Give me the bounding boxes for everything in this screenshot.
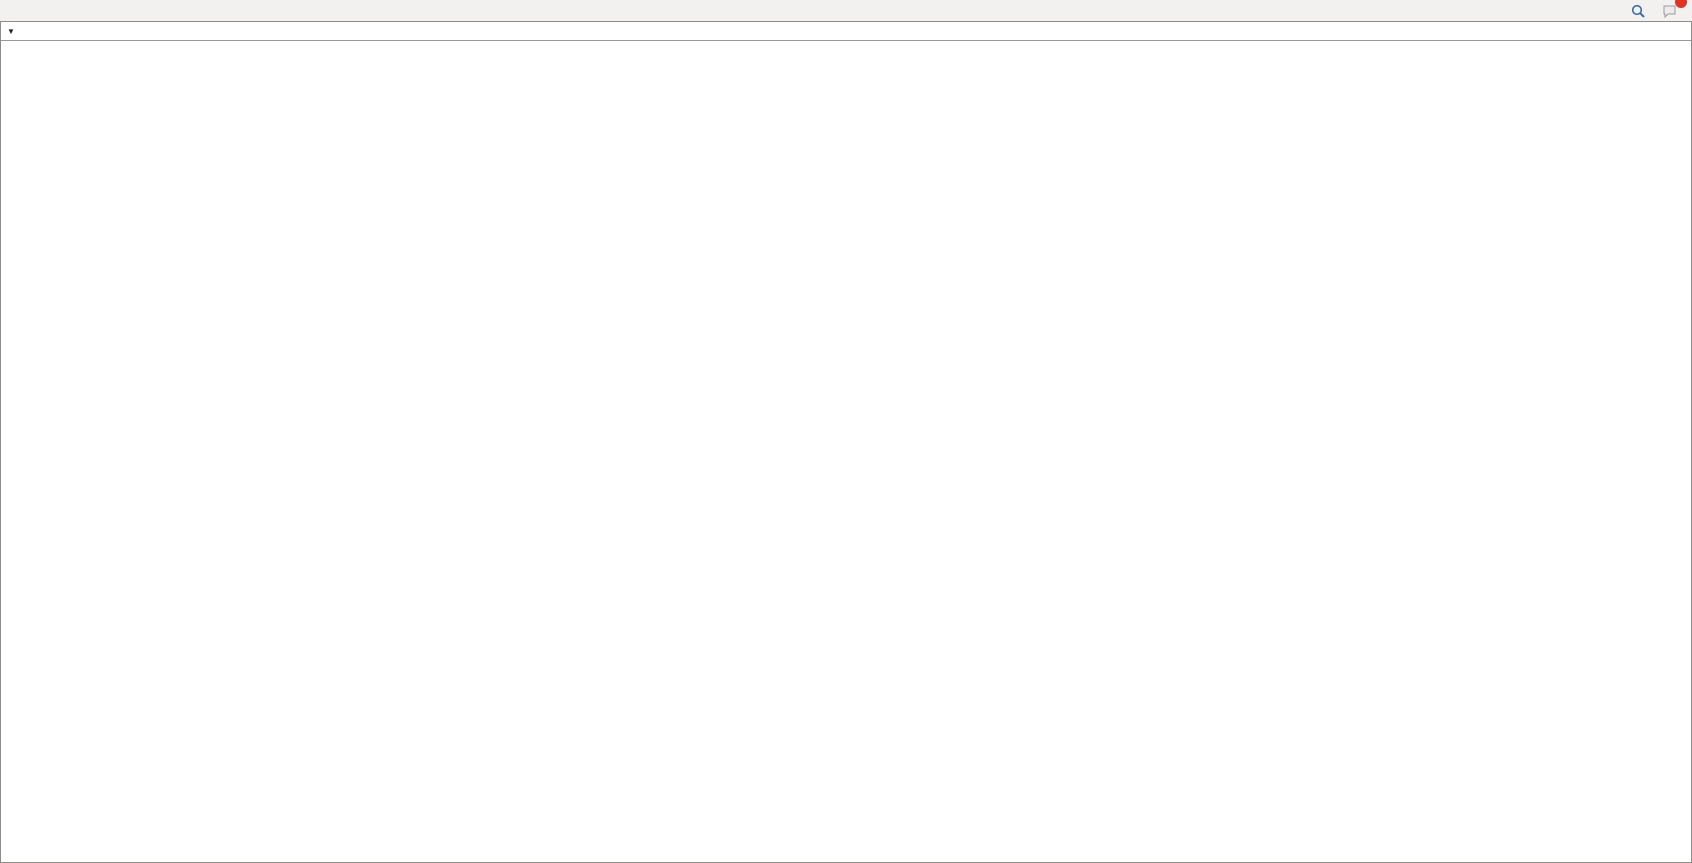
chart-header[interactable]: ▼ [1, 22, 1691, 41]
chart-canvas[interactable] [1, 41, 1691, 862]
toolbar [0, 0, 1692, 22]
chart-window: ▼ [0, 21, 1692, 863]
search-icon [1630, 3, 1646, 19]
notification-badge [1675, 0, 1687, 8]
search-button[interactable] [1626, 0, 1650, 21]
notifications-button[interactable] [1658, 0, 1682, 21]
chevron-down-icon[interactable]: ▼ [7, 27, 15, 36]
